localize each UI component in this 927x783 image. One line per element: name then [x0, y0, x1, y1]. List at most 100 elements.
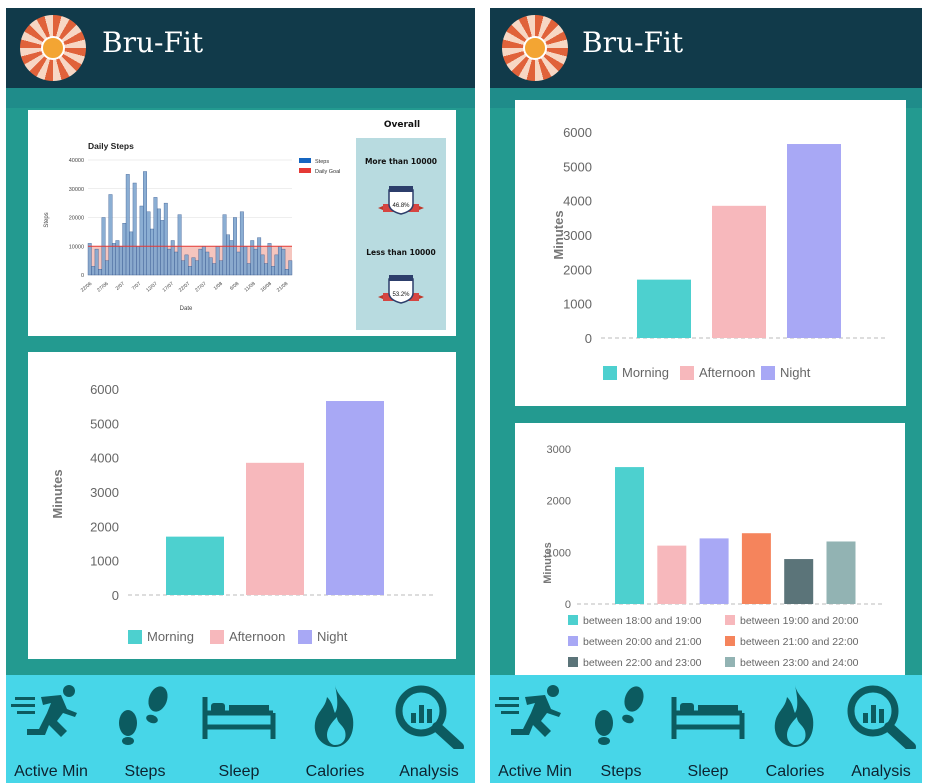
- y-tick-label: 4000: [563, 194, 592, 209]
- tab-calories[interactable]: Calories: [750, 675, 840, 783]
- app-header: Bru-Fit: [6, 8, 475, 88]
- legend-label: between 18:00 and 19:00: [583, 615, 702, 627]
- bar-morning: [637, 279, 691, 338]
- bar-afternoon: [246, 462, 304, 595]
- evening-hours-card: 0 1000 2000 3000 Minutes between 18:00 and 19…: [515, 423, 905, 675]
- tab-analysis[interactable]: Analysis: [836, 675, 922, 783]
- time-of-day-chart-right: 0 1000 2000 3000 4000 5000 6000 Minutes Morning A…: [551, 125, 885, 380]
- legend-label: between 21:00 and 22:00: [740, 636, 859, 648]
- y-tick-label: 1000: [563, 297, 592, 312]
- less-than-badge-icon: 53.2%: [378, 275, 424, 304]
- time-of-day-card-left: 0 1000 2000 3000 4000 5000 6000 Minutes Morning A…: [28, 352, 456, 659]
- less-than-label: Less than 10000: [366, 248, 435, 257]
- bru-fit-logo: [20, 15, 86, 81]
- y-tick-label: 3000: [90, 485, 119, 500]
- bru-fit-logo: [502, 15, 568, 81]
- bar-slot-6: [826, 541, 856, 604]
- y-tick-label: 0: [565, 599, 571, 611]
- header-divider: [6, 88, 475, 108]
- tab-label: Calories: [305, 763, 365, 780]
- y-tick-label: 6000: [563, 125, 592, 140]
- tab-label: Steps: [124, 763, 166, 780]
- magnifier-chart-icon: [395, 685, 464, 749]
- legend-swatch: [568, 657, 578, 667]
- y-tick-label: 3000: [547, 444, 571, 456]
- daily-steps-card: Daily Steps 0 10000 20000 30000 40000 22/06 2…: [28, 110, 456, 336]
- legend-label: Morning: [147, 629, 194, 644]
- more-than-value: 46.8%: [392, 203, 410, 209]
- bar-slot-5: [784, 559, 814, 604]
- legend-swatch: [568, 615, 578, 625]
- time-of-day-chart-left: 0 1000 2000 3000 4000 5000 6000 Minutes Morning A…: [50, 382, 433, 644]
- bottom-tab-bar: Active Min Steps Sleep Calories Analysis: [490, 675, 922, 783]
- tab-label: Analysis: [851, 763, 911, 780]
- more-than-badge-icon: 46.8%: [378, 186, 424, 215]
- legend-swatch: [603, 366, 617, 380]
- legend-swatch: [761, 366, 775, 380]
- less-than-value: 53.2%: [392, 292, 410, 298]
- tab-active-min[interactable]: Active Min: [490, 675, 580, 783]
- bar-night: [787, 144, 841, 338]
- tab-steps[interactable]: Steps: [576, 675, 666, 783]
- legend-label: between 23:00 and 24:00: [740, 657, 859, 669]
- running-person-icon: [11, 685, 77, 737]
- tab-analysis[interactable]: Analysis: [384, 675, 474, 783]
- tab-steps[interactable]: Steps: [100, 675, 190, 783]
- tab-label: Steps: [600, 763, 642, 780]
- y-tick-label: 5000: [563, 159, 592, 174]
- y-tick-label: 4000: [90, 451, 119, 466]
- legend-swatch: [725, 615, 735, 625]
- legend-label: Afternoon: [699, 365, 755, 380]
- evening-hours-chart: 0100020003000Minutesbetween 18:00 and 19…: [542, 444, 885, 669]
- legend-label: between 20:00 and 21:00: [583, 636, 702, 648]
- magnifier-chart-icon: [847, 685, 916, 749]
- tab-sleep[interactable]: Sleep: [194, 675, 284, 783]
- bar-morning: [166, 536, 224, 595]
- y-tick-label: 0: [112, 588, 119, 603]
- tab-label: Calories: [765, 763, 825, 780]
- legend-label: between 22:00 and 23:00: [583, 657, 702, 669]
- overall-panel-content: Overall More than 10000 46.8% Less than …: [365, 120, 437, 304]
- bar-afternoon: [712, 205, 766, 338]
- app-title: Bru-Fit: [582, 26, 684, 59]
- y-axis-label: Minutes: [50, 469, 65, 518]
- y-tick-label: 6000: [90, 382, 119, 397]
- tab-label: Active Min: [14, 763, 88, 780]
- legend-label: Night: [780, 365, 811, 380]
- legend-swatch: [210, 630, 224, 644]
- more-than-label: More than 10000: [365, 157, 437, 166]
- y-tick-label: 2000: [547, 496, 571, 508]
- bed-icon: [671, 697, 745, 739]
- bottom-tab-bar: Active Min Steps Sleep Calories Analysis: [6, 675, 475, 783]
- tab-calories[interactable]: Calories: [290, 675, 380, 783]
- right-phone-screen: Bru-Fit 0 1000 2000 3000 4000 5000 6000 Minutes…: [490, 8, 922, 783]
- time-of-day-card-right: 0 1000 2000 3000 4000 5000 6000 Minutes Morning A…: [515, 100, 906, 406]
- legend-swatch: [298, 630, 312, 644]
- footprints-icon: [119, 686, 168, 745]
- y-tick-label: 2000: [563, 262, 592, 277]
- bar-slot-3: [699, 538, 729, 604]
- left-phone-screen: Bru-Fit Daily Steps 0 10000 20000 30000 4000…: [6, 8, 475, 783]
- legend-swatch: [568, 636, 578, 646]
- tab-active-min[interactable]: Active Min: [6, 675, 96, 783]
- flame-icon: [774, 685, 814, 747]
- bar-slot-1: [615, 467, 644, 604]
- tab-label: Analysis: [399, 763, 459, 780]
- y-axis-label: Minutes: [551, 210, 566, 259]
- overall-title: Overall: [384, 120, 420, 130]
- legend-label: Afternoon: [229, 629, 285, 644]
- y-axis-label: Minutes: [542, 542, 554, 584]
- running-person-icon: [495, 685, 561, 737]
- y-tick-label: 0: [585, 331, 592, 346]
- bed-icon: [202, 697, 276, 739]
- legend-swatch: [128, 630, 142, 644]
- legend-label: Morning: [622, 365, 669, 380]
- legend-swatch: [725, 636, 735, 646]
- footprints-icon: [595, 686, 644, 745]
- y-tick-label: 1000: [90, 554, 119, 569]
- tab-sleep[interactable]: Sleep: [663, 675, 753, 783]
- legend-label: Night: [317, 629, 348, 644]
- flame-icon: [314, 685, 354, 747]
- y-tick-label: 2000: [90, 519, 119, 534]
- tab-label: Sleep: [218, 763, 260, 780]
